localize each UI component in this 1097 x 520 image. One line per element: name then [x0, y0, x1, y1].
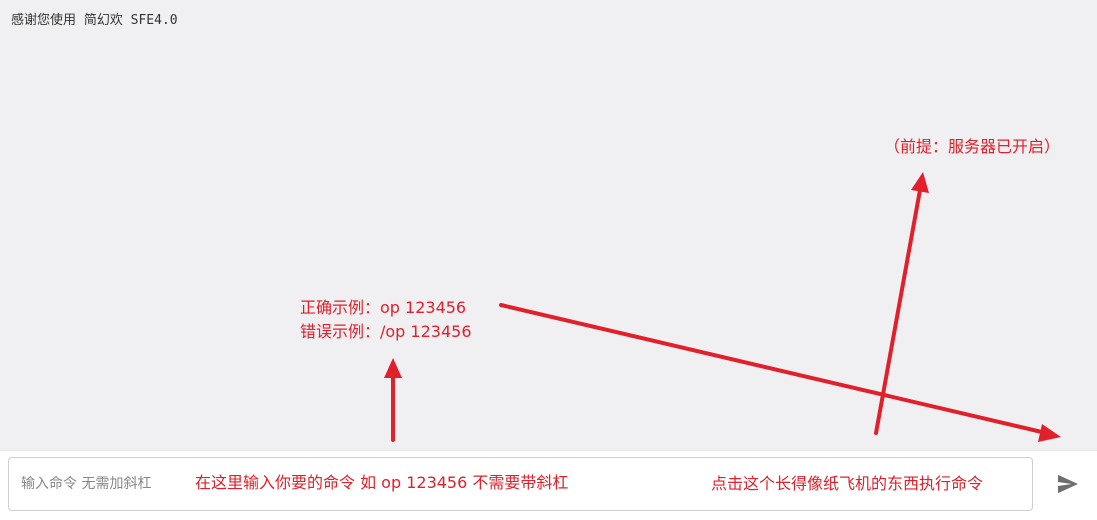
- wrong-example-annotation: 错误示例：/op 123456: [300, 322, 472, 341]
- send-icon: [1057, 474, 1079, 494]
- send-button[interactable]: [1046, 462, 1090, 506]
- send-hint-annotation: 点击这个长得像纸飞机的东西执行命令: [711, 474, 984, 493]
- input-hint-annotation: 在这里输入你要的命令 如 op 123456 不需要带斜杠: [195, 473, 569, 492]
- correct-example-annotation: 正确示例：op 123456: [300, 298, 467, 317]
- console-welcome-line: 感谢您使用 简幻欢 SFE4.0: [11, 13, 178, 28]
- premise-annotation: （前提：服务器已开启）: [884, 137, 1061, 156]
- console-output: 感谢您使用 简幻欢 SFE4.0: [0, 0, 1097, 450]
